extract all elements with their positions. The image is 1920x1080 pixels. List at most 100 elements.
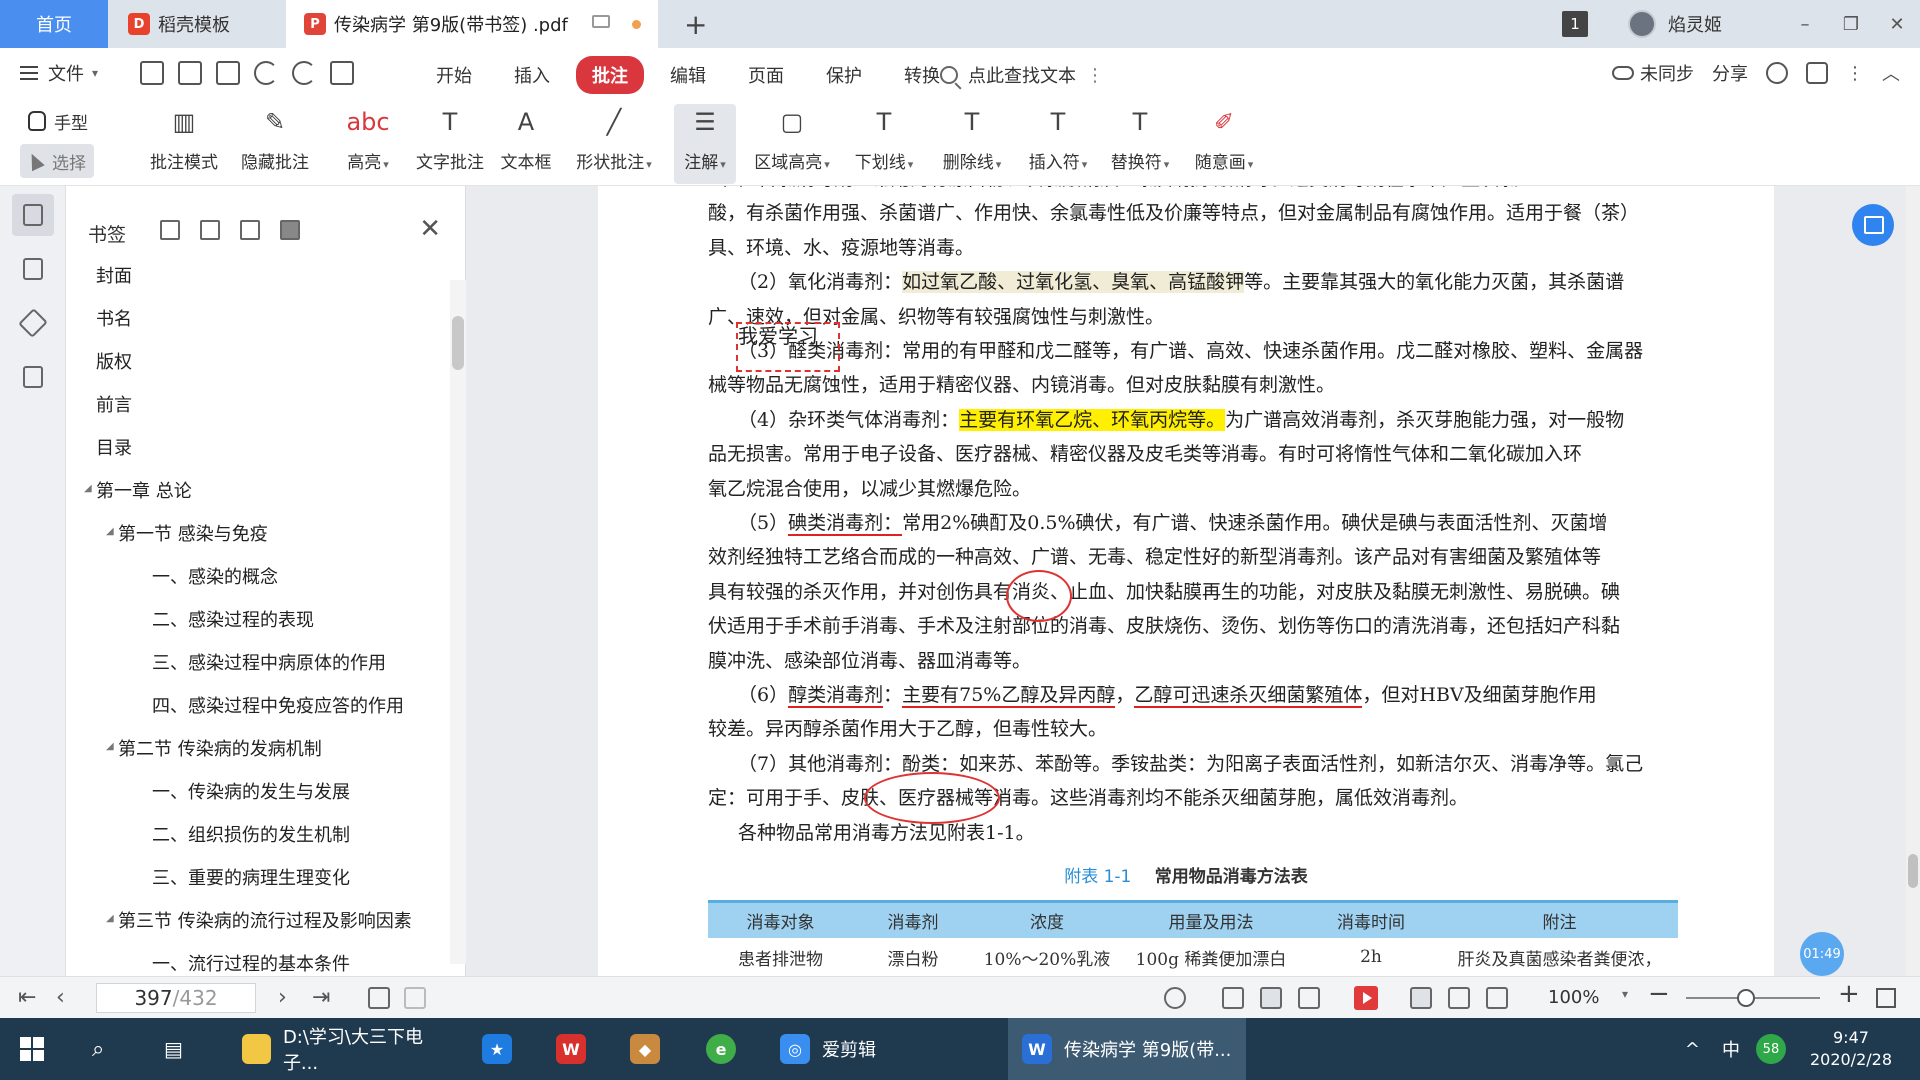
underline-annotation[interactable]: 主要有75%乙醇及异丙醇 (902, 684, 1116, 708)
file-menu-button[interactable]: 文件 ▾ (20, 60, 98, 86)
text-line[interactable]: 品无损害。常用于电子设备、医疗器械、精密仪器及皮毛类等消毒。有时可将惰性气体和二… (708, 437, 1678, 471)
bookmark-item[interactable]: 四、感染过程中免疫应答的作用 (152, 692, 404, 718)
bookmark-item[interactable]: 二、组织损伤的发生机制 (152, 821, 350, 847)
ribbon-tool[interactable]: T 文字批注 (410, 104, 490, 184)
bookmark-panel-button[interactable] (12, 194, 54, 236)
bookmark-item[interactable]: 第三节 传染病的流行过程及影响因素 (118, 907, 412, 933)
bookmark-item[interactable]: 二、感染过程的表现 (152, 606, 314, 632)
document-scrollbar[interactable] (1906, 186, 1920, 976)
text-line[interactable]: 械等物品无腐蚀性，适用于精密仪器、内镜消毒。但对皮肤黏膜有刺激性。 (708, 368, 1678, 402)
task-view-button[interactable]: ▤ (164, 1018, 183, 1080)
zoom-dropdown-icon[interactable]: ▾ (1622, 987, 1628, 1001)
text-line[interactable]: （1）含氯消毒剂：常用的有漂白粉、次氯酸钠及二氯异氰尿酸钠等。这类消毒剂在水中产… (708, 186, 1678, 196)
sync-status[interactable]: 未同步 (1612, 60, 1694, 86)
tab-pdf-document[interactable]: P 传染病学 第9版(带书签) .pdf (286, 0, 658, 48)
fit-page-icon[interactable] (1448, 987, 1470, 1009)
taskbar-wps-pdf[interactable]: W 传染病学 第9版(带... (1008, 1018, 1246, 1080)
bookmark-item[interactable]: 第一章 总论 (96, 477, 192, 503)
freehand-circle-mark[interactable] (1006, 570, 1072, 622)
chevron-up-icon[interactable]: ^ (1685, 1039, 1700, 1060)
expand-toggle-icon[interactable]: ◢ (84, 483, 92, 494)
ribbon-tool[interactable]: T 删除线 (930, 104, 1014, 184)
window-count-badge[interactable]: 1 (1562, 11, 1588, 37)
freehand-circle-mark[interactable] (864, 772, 1000, 824)
start-button[interactable] (20, 1018, 44, 1080)
bookmark-item[interactable]: 书名 (96, 305, 132, 331)
ribbon-tool[interactable]: abc 高亮 (330, 104, 406, 184)
menu-item[interactable]: 批注 (576, 56, 644, 94)
bookmark-item[interactable]: 三、重要的病理生理变化 (152, 864, 350, 890)
expand-toggle-icon[interactable]: ◢ (106, 741, 114, 752)
zoom-in-button[interactable]: + (1838, 979, 1860, 1009)
thumbnail-panel-button[interactable] (12, 248, 54, 290)
text-line[interactable]: 具有较强的杀灭作用，并对创伤具有消炎、止血、加快黏膜再生的功能，对皮肤及黏膜无刺… (708, 575, 1678, 609)
tab-home[interactable]: 首页 (0, 0, 108, 48)
ribbon-tool[interactable]: ▥ 批注模式 (140, 104, 228, 184)
last-page-button[interactable]: ⇥ (312, 985, 330, 1010)
ribbon-tool[interactable]: ✎ 隐藏批注 (232, 104, 318, 184)
first-page-button[interactable]: ⇤ (18, 985, 36, 1010)
actual-size-icon[interactable] (1410, 987, 1432, 1009)
taskbar-app-box[interactable]: ◆ (630, 1018, 672, 1080)
next-page-button[interactable]: › (278, 985, 287, 1010)
monitor-icon[interactable] (592, 15, 610, 28)
text-line[interactable]: 氧乙烷混合使用，以减少其燃爆危险。 (708, 472, 1678, 506)
taskbar-app-wps-office[interactable]: W (556, 1018, 598, 1080)
text-line[interactable]: 具、环境、水、疫源地等消毒。 (708, 231, 1678, 265)
bookmark-item[interactable]: 一、感染的概念 (152, 563, 278, 589)
more-vertical-icon[interactable]: ⋮ (1086, 65, 1104, 86)
tab-template[interactable]: D 稻壳模板 (112, 0, 282, 48)
bookmark-item[interactable]: 版权 (96, 348, 132, 374)
bookmark-item[interactable]: 第一节 感染与免疫 (118, 520, 268, 546)
taskbar-app-star[interactable]: ★ (482, 1018, 524, 1080)
zoom-out-button[interactable]: − (1648, 979, 1670, 1009)
text-line[interactable]: 较差。异丙醇杀菌作用大于乙醇，但毒性较大。 (708, 712, 1678, 746)
bookmark-item[interactable]: 三、感染过程中病原体的作用 (152, 649, 386, 675)
text-line[interactable]: （2）氧化消毒剂：如过氧乙酸、过氧化氢、臭氧、高锰酸钾等。主要靠其强大的氧化能力… (738, 265, 1708, 299)
bookmark-item[interactable]: 目录 (96, 434, 132, 460)
menu-item[interactable]: 保护 (810, 56, 878, 94)
text-line[interactable]: （6）醇类消毒剂：主要有75%乙醇及异丙醇，乙醇可迅速杀灭细菌繁殖体，但对HBV… (738, 678, 1708, 712)
fullscreen-icon[interactable] (1876, 988, 1896, 1008)
menu-item[interactable]: 开始 (420, 56, 488, 94)
minimize-button[interactable]: – (1782, 14, 1828, 35)
single-page-icon[interactable] (1260, 987, 1282, 1009)
print-icon[interactable] (216, 61, 240, 85)
more-icon[interactable]: ⋮ (1846, 63, 1864, 84)
underline-annotation[interactable]: 碘类消毒剂： (788, 512, 903, 536)
bookmark-icon[interactable] (280, 220, 300, 240)
area-highlight-annotation[interactable]: 如过氧乙酸、过氧化氢、臭氧、高锰酸钾 (902, 271, 1245, 294)
text-line[interactable]: 效剂经独特工艺络合而成的一种高效、广谱、无毒、稳定性好的新型消毒剂。该产品对有害… (708, 540, 1678, 574)
taskbar-app-browser[interactable]: e (706, 1018, 748, 1080)
search-box[interactable]: 点此查找文本 ⋮ (940, 62, 1104, 88)
text-line[interactable]: 膜冲洗、感染部位消毒、器皿消毒等。 (708, 644, 1678, 678)
comment-icon[interactable] (1806, 62, 1828, 84)
document-scrollbar-thumb[interactable] (1908, 854, 1918, 888)
bookmark-item[interactable]: 第二节 传染病的发病机制 (118, 735, 322, 761)
two-page-icon[interactable] (1298, 987, 1320, 1009)
text-box-annotation-text[interactable]: 我爱学习 (738, 320, 818, 349)
text-line[interactable]: 各种物品常用消毒方法见附表1-1。 (738, 816, 1708, 850)
collapse-all-icon[interactable] (200, 220, 220, 240)
redo-icon[interactable] (292, 61, 316, 85)
text-line[interactable]: 广、速效，但对金属、织物等有较强腐蚀性与刺激性。 (708, 300, 1678, 334)
bookmark-scrollbar[interactable] (450, 280, 466, 964)
pdf-page[interactable]: （1）含氯消毒剂：常用的有漂白粉、次氯酸钠及二氯异氰尿酸钠等。这类消毒剂在水中产… (598, 186, 1774, 976)
forward-icon[interactable] (404, 987, 426, 1009)
ribbon-tool[interactable]: T 替换符 (1100, 104, 1180, 184)
menu-item[interactable]: 页面 (732, 56, 800, 94)
text-line[interactable]: 伏适用于手术前手消毒、手术及注射部位的消毒、皮肤烧伤、烫伤、划伤等伤口的清洗消毒… (708, 609, 1678, 643)
collapse-ribbon-icon[interactable]: ︿ (1882, 60, 1900, 86)
restore-button[interactable]: ❐ (1828, 14, 1874, 35)
text-line[interactable]: （5）碘类消毒剂：常用2%碘酊及0.5%碘伏，有广谱、快速杀菌作用。碘伏是碘与表… (738, 506, 1708, 540)
underline-annotation[interactable]: 醇类消毒剂 (788, 684, 884, 708)
timer-badge[interactable]: 01:49 (1800, 932, 1844, 976)
signature-panel-button[interactable] (12, 356, 54, 398)
fit-width-icon[interactable] (1486, 987, 1508, 1009)
taskbar-explorer[interactable]: D:\学习\大三下电子... (230, 1018, 452, 1080)
undo-icon[interactable] (254, 61, 278, 85)
ribbon-tool[interactable]: ▢ 区域高亮 (744, 104, 840, 184)
floating-tool-button[interactable] (1852, 204, 1894, 246)
text-line[interactable]: （4）杂环类气体消毒剂：主要有环氧乙烷、环氧丙烷等。为广谱高效消毒剂，杀灭芽胞能… (738, 403, 1708, 437)
zoom-slider-handle[interactable] (1737, 989, 1756, 1007)
